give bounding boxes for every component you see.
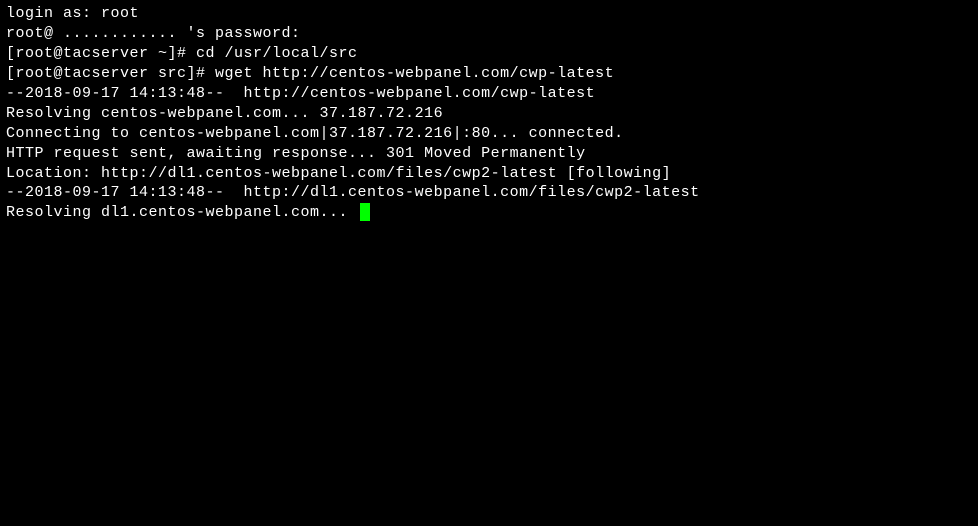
cursor-block [360,203,370,221]
terminal-line-timestamp1: --2018-09-17 14:13:48-- http://centos-we… [6,84,972,104]
terminal-line-connect: Connecting to centos-webpanel.com|37.187… [6,124,972,144]
terminal-window[interactable]: login as: root root@ ............ 's pas… [6,4,972,223]
terminal-line-timestamp2: --2018-09-17 14:13:48-- http://dl1.cento… [6,183,972,203]
terminal-line-wget: [root@tacserver src]# wget http://centos… [6,64,972,84]
terminal-line-cd: [root@tacserver ~]# cd /usr/local/src [6,44,972,64]
terminal-line-resolve1: Resolving centos-webpanel.com... 37.187.… [6,104,972,124]
terminal-line-http: HTTP request sent, awaiting response... … [6,144,972,164]
terminal-line-login: login as: root [6,4,972,24]
terminal-line-password: root@ ............ 's password: [6,24,972,44]
terminal-line-resolve2: Resolving dl1.centos-webpanel.com... [6,203,972,223]
terminal-line-location: Location: http://dl1.centos-webpanel.com… [6,164,972,184]
